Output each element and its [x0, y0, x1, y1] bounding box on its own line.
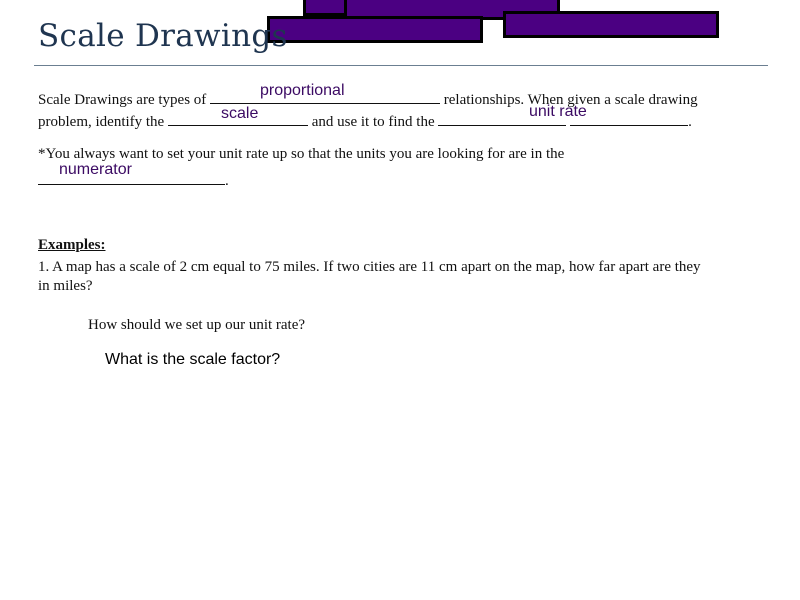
problem-1-line-1: 1. A map has a scale of 2 cm equal to 75…: [38, 259, 701, 275]
answer-numerator: numerator: [59, 161, 132, 178]
intro-text: problem, identify the: [38, 114, 168, 130]
answer-unit-rate: unit rate: [529, 103, 587, 120]
intro-text: and use it to find the: [307, 114, 439, 130]
answer-proportional: proportional: [260, 82, 345, 99]
decorative-bar: [303, 0, 347, 16]
title-divider: [34, 65, 768, 66]
decorative-bar: [267, 16, 483, 43]
problem-1-line-2: in miles?: [38, 278, 93, 294]
intro-line-1: Scale Drawings are types of relationship…: [38, 89, 698, 109]
answer-scale: scale: [221, 105, 259, 122]
decorative-bar: [503, 11, 719, 38]
note-text: .: [225, 173, 229, 189]
intro-text: .: [688, 114, 692, 130]
examples-heading: Examples:: [38, 237, 106, 253]
question-unit-rate: How should we set up our unit rate?: [88, 317, 306, 333]
intro-text: Scale Drawings are types of: [38, 92, 211, 108]
intro-line-2: problem, identify the and use it to find…: [38, 111, 692, 131]
blank-extra: [570, 111, 689, 126]
question-scale-factor: What is the scale factor?: [105, 351, 281, 368]
page-title: Scale Drawings: [38, 18, 288, 54]
